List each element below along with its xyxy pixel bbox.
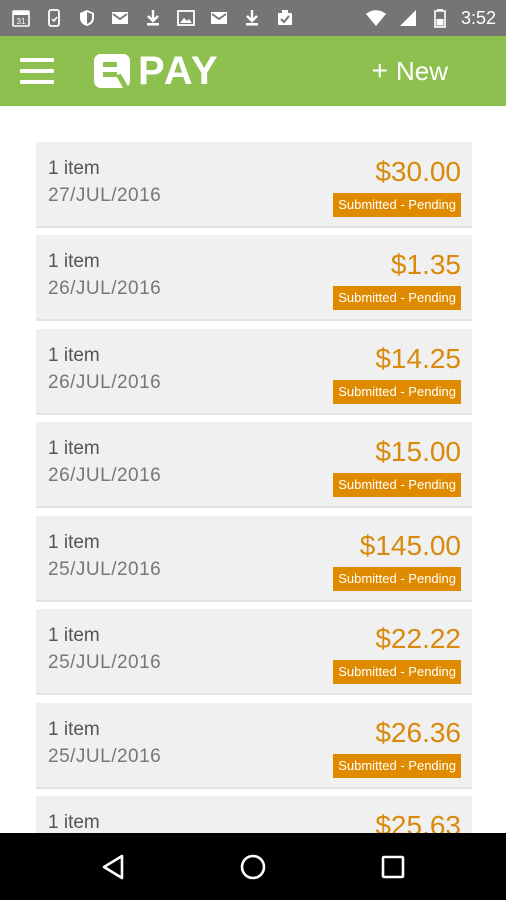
status-bar: 31 3:52	[0, 0, 506, 36]
transaction-date: 25/JUL/2016	[48, 746, 162, 767]
transaction-date: 25/JUL/2016	[48, 559, 162, 580]
home-icon[interactable]	[213, 833, 293, 900]
transaction-amount: $26.36	[375, 717, 461, 748]
status-badge: Submitted - Pending	[333, 380, 461, 404]
status-badge: Submitted - Pending	[333, 754, 461, 778]
wifi-icon	[365, 7, 387, 29]
item-count: 1 item	[48, 158, 100, 179]
status-badge: Submitted - Pending	[333, 567, 461, 591]
transaction-card[interactable]: 1 item 26/JUL/2016 $15.00 Submitted - Pe…	[36, 422, 472, 508]
transaction-card[interactable]: 1 item 27/JUL/2016 $30.00 Submitted - Pe…	[36, 142, 472, 228]
transaction-card[interactable]: 1 item $25.63	[36, 796, 472, 833]
new-button[interactable]: + New	[372, 36, 448, 106]
transaction-amount: $145.00	[359, 530, 461, 561]
new-button-label: New	[395, 55, 448, 86]
transaction-date: 26/JUL/2016	[48, 372, 162, 393]
transaction-amount: $22.22	[375, 623, 461, 654]
battery-icon	[429, 7, 451, 29]
transaction-card[interactable]: 1 item 25/JUL/2016 $145.00 Submitted - P…	[36, 516, 472, 602]
item-count: 1 item	[48, 719, 100, 740]
item-count: 1 item	[48, 345, 100, 366]
transaction-date: 27/JUL/2016	[48, 185, 162, 206]
item-count: 1 item	[48, 625, 100, 646]
item-count: 1 item	[48, 812, 100, 833]
transaction-date: 26/JUL/2016	[48, 278, 162, 299]
download-icon	[142, 7, 164, 29]
calendar-day-text: 31	[17, 17, 26, 26]
transaction-card[interactable]: 1 item 26/JUL/2016 $14.25 Submitted - Pe…	[36, 329, 472, 415]
image-mail-icon	[109, 7, 131, 29]
mail-icon	[208, 7, 230, 29]
status-time: 3:52	[460, 7, 496, 28]
plus-icon: +	[371, 55, 388, 86]
system-nav-bar	[0, 833, 506, 900]
logo-mark-icon	[94, 54, 130, 88]
back-icon[interactable]	[73, 833, 153, 900]
transaction-date: 26/JUL/2016	[48, 465, 162, 486]
phone-icon	[43, 7, 65, 29]
app-logo: PAY	[92, 49, 220, 94]
image-icon	[175, 7, 197, 29]
status-badge: Submitted - Pending	[333, 473, 461, 497]
shield-icon	[76, 7, 98, 29]
item-count: 1 item	[48, 251, 100, 272]
transaction-date: 25/JUL/2016	[48, 652, 162, 673]
item-count: 1 item	[48, 532, 100, 553]
clipboard-check-icon	[274, 7, 296, 29]
status-badge: Submitted - Pending	[333, 193, 461, 217]
transaction-amount: $14.25	[375, 343, 461, 374]
transaction-amount: $30.00	[375, 156, 461, 187]
transaction-card[interactable]: 1 item 25/JUL/2016 $26.36 Submitted - Pe…	[36, 703, 472, 789]
app-bar: PAY + New	[0, 36, 506, 106]
transaction-card[interactable]: 1 item 25/JUL/2016 $22.22 Submitted - Pe…	[36, 609, 472, 695]
transaction-card[interactable]: 1 item 26/JUL/2016 $1.35 Submitted - Pen…	[36, 235, 472, 321]
item-count: 1 item	[48, 438, 100, 459]
status-badge: Submitted - Pending	[333, 286, 461, 310]
calendar-icon: 31	[10, 7, 32, 29]
hamburger-menu-icon[interactable]	[20, 58, 54, 84]
transaction-amount: $15.00	[375, 436, 461, 467]
logo-text: PAY	[138, 48, 220, 93]
download-icon	[241, 7, 263, 29]
transaction-amount: $25.63	[375, 810, 461, 833]
recents-icon[interactable]	[353, 833, 433, 900]
transaction-list[interactable]: 1 item 27/JUL/2016 $30.00 Submitted - Pe…	[0, 106, 506, 833]
transaction-amount: $1.35	[390, 249, 461, 280]
signal-icon	[397, 7, 419, 29]
status-badge: Submitted - Pending	[333, 660, 461, 684]
